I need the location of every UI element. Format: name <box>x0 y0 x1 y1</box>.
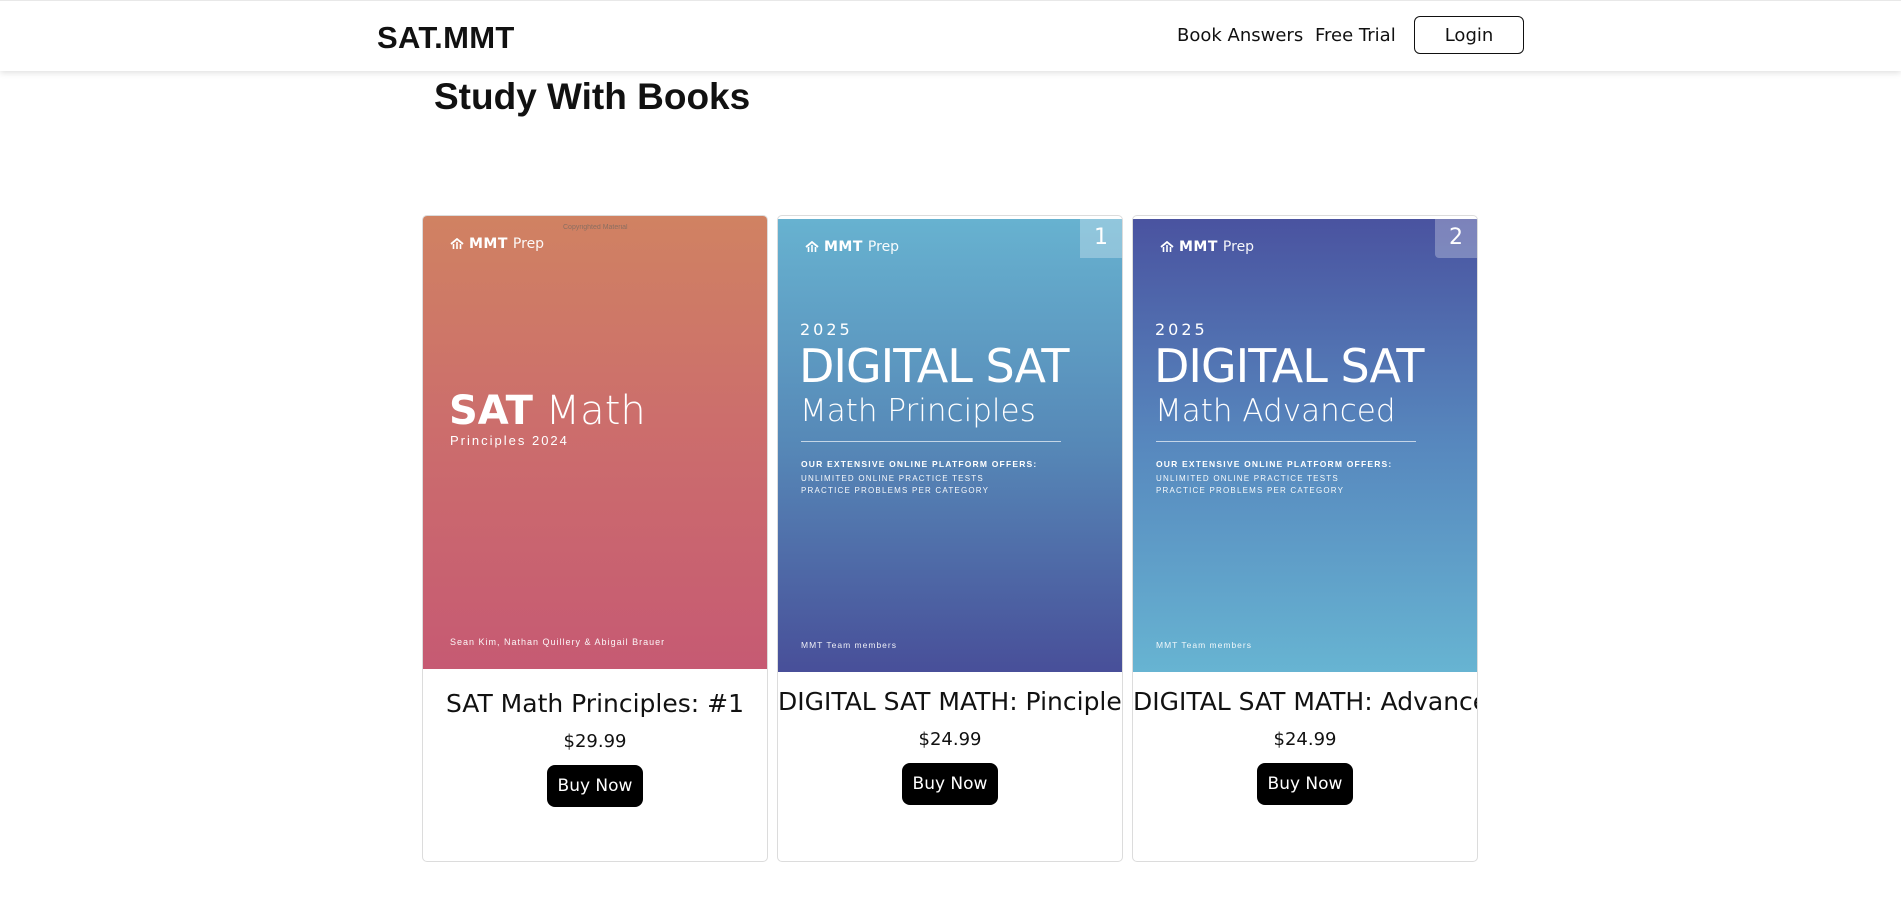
cover-subtitle: Math Principles <box>800 393 1036 429</box>
cover-title-bold: SAT <box>449 388 533 434</box>
house-icon <box>805 241 819 252</box>
book-price: $24.99 <box>918 729 982 750</box>
book-price: $29.99 <box>563 731 627 752</box>
logo-main-text: MMT <box>469 236 508 252</box>
page-title: Study With Books <box>434 76 751 117</box>
logo-sub-text: Prep <box>867 239 900 255</box>
book-title: DIGITAL SAT MATH: Pinciples <box>778 687 1123 716</box>
cover-offers-heading: OUR EXTENSIVE ONLINE PLATFORM OFFERS: <box>801 459 1038 469</box>
book-price: $24.99 <box>1273 729 1337 750</box>
cover-divider <box>1156 441 1416 442</box>
cover-offer-item: PRACTICE PROBLEMS PER CATEGORY <box>1156 486 1345 495</box>
mmt-prep-logo: MMT Prep <box>1160 239 1254 255</box>
cover-subtitle: Principles 2024 <box>450 433 569 448</box>
cover-offer-item: UNLIMITED ONLINE PRACTICE TESTS <box>801 474 984 483</box>
book-card: Copyrighted Material MMT Prep SAT Math P… <box>422 215 768 862</box>
cover-divider <box>801 441 1061 442</box>
book-cover[interactable]: Copyrighted Material MMT Prep SAT Math P… <box>423 216 767 669</box>
cover-team: MMT Team members <box>801 640 897 650</box>
book-number-badge: 2 <box>1435 216 1477 258</box>
book-card: MMT Prep 2025 DIGITAL SAT Math Principle… <box>777 215 1123 862</box>
cover-offer-item: UNLIMITED ONLINE PRACTICE TESTS <box>1156 474 1339 483</box>
nav-link-free-trial[interactable]: Free Trial <box>1315 25 1396 46</box>
book-title: SAT Math Principles: #1 <box>445 689 745 718</box>
book-title: DIGITAL SAT MATH: Advanced <box>1133 687 1478 716</box>
cover-authors: Sean Kim, Nathan Quillery & Abigail Brau… <box>450 637 666 647</box>
book-cover[interactable]: MMT Prep 2025 DIGITAL SAT Math Advanced … <box>1133 219 1477 672</box>
cover-title: DIGITAL SAT <box>1154 339 1424 393</box>
logo-main-text: MMT <box>1179 239 1218 255</box>
buy-now-button[interactable]: Buy Now <box>902 763 998 805</box>
login-button[interactable]: Login <box>1414 16 1524 54</box>
nav-link-book-answers[interactable]: Book Answers <box>1177 25 1303 46</box>
book-card: MMT Prep 2025 DIGITAL SAT Math Advanced … <box>1132 215 1478 862</box>
cover-title: SAT Math <box>449 388 646 434</box>
watermark-text: Copyrighted Material <box>563 224 628 231</box>
book-number-badge: 1 <box>1080 216 1122 258</box>
book-cover[interactable]: MMT Prep 2025 DIGITAL SAT Math Principle… <box>778 219 1122 672</box>
cover-offers-heading: OUR EXTENSIVE ONLINE PLATFORM OFFERS: <box>1156 459 1393 469</box>
mmt-prep-logo: MMT Prep <box>805 239 899 255</box>
cover-offer-item: PRACTICE PROBLEMS PER CATEGORY <box>801 486 990 495</box>
cover-subtitle: Math Advanced <box>1155 393 1396 429</box>
cover-team: MMT Team members <box>1156 640 1252 650</box>
logo-main-text: MMT <box>824 239 863 255</box>
cover-title-light: Math <box>545 388 646 434</box>
house-icon <box>1160 241 1174 252</box>
mmt-prep-logo: MMT Prep <box>450 236 544 252</box>
buy-now-button[interactable]: Buy Now <box>547 765 643 807</box>
cover-year: 2025 <box>1155 320 1208 339</box>
top-navbar: SAT.MMT Book Answers Free Trial Login <box>0 0 1901 71</box>
logo-sub-text: Prep <box>1222 239 1255 255</box>
house-icon <box>450 238 464 249</box>
brand-logo[interactable]: SAT.MMT <box>377 20 515 56</box>
cover-title: DIGITAL SAT <box>799 339 1069 393</box>
cover-year: 2025 <box>800 320 853 339</box>
logo-sub-text: Prep <box>512 236 545 252</box>
buy-now-button[interactable]: Buy Now <box>1257 763 1353 805</box>
